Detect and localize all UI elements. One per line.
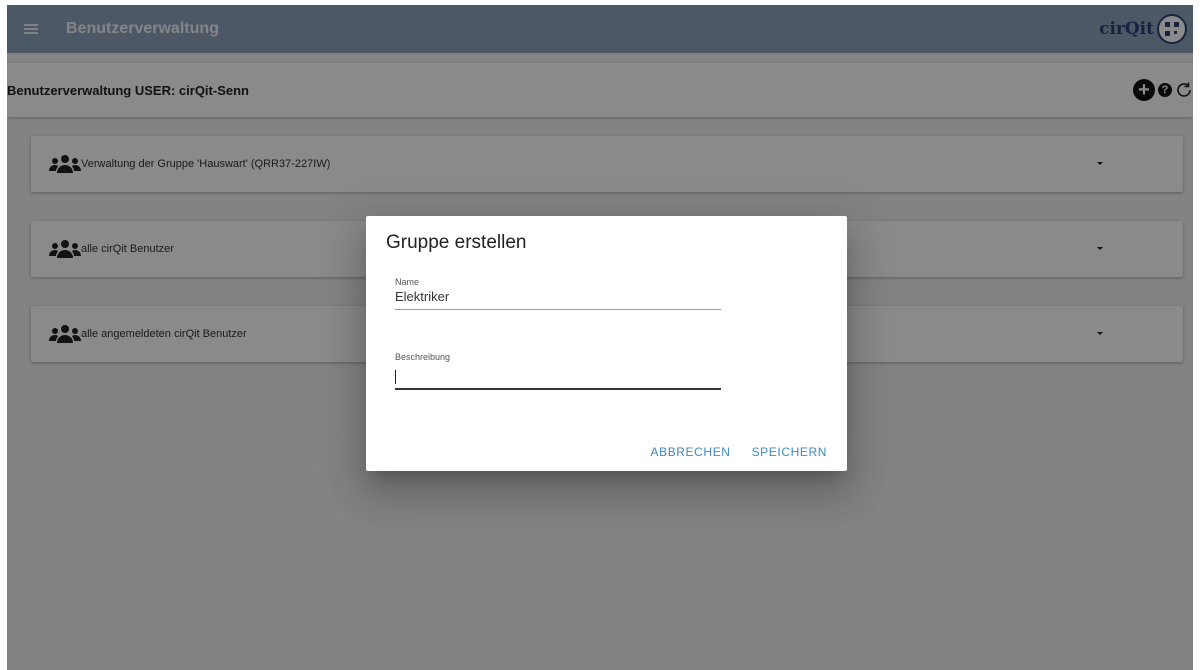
dialog-actions: ABBRECHEN SPEICHERN [650, 445, 827, 459]
save-button[interactable]: SPEICHERN [752, 445, 827, 459]
cancel-button[interactable]: ABBRECHEN [650, 445, 730, 459]
description-input[interactable] [395, 368, 721, 385]
dialog-title: Gruppe erstellen [386, 232, 527, 253]
app-window: Benutzerverwaltung cirQit Benutzerverwal… [7, 5, 1193, 670]
description-field-label: Beschreibung [395, 352, 451, 362]
name-field-label: Name [395, 277, 420, 287]
name-input[interactable]: Elektriker [395, 289, 721, 306]
description-field[interactable]: Beschreibung [395, 352, 721, 390]
name-field-underline [395, 309, 721, 310]
name-field[interactable]: Name Elektriker [395, 277, 721, 310]
create-group-dialog: Gruppe erstellen Name Elektriker Beschre… [366, 216, 847, 471]
description-field-underline [395, 388, 721, 390]
text-cursor [395, 369, 396, 384]
